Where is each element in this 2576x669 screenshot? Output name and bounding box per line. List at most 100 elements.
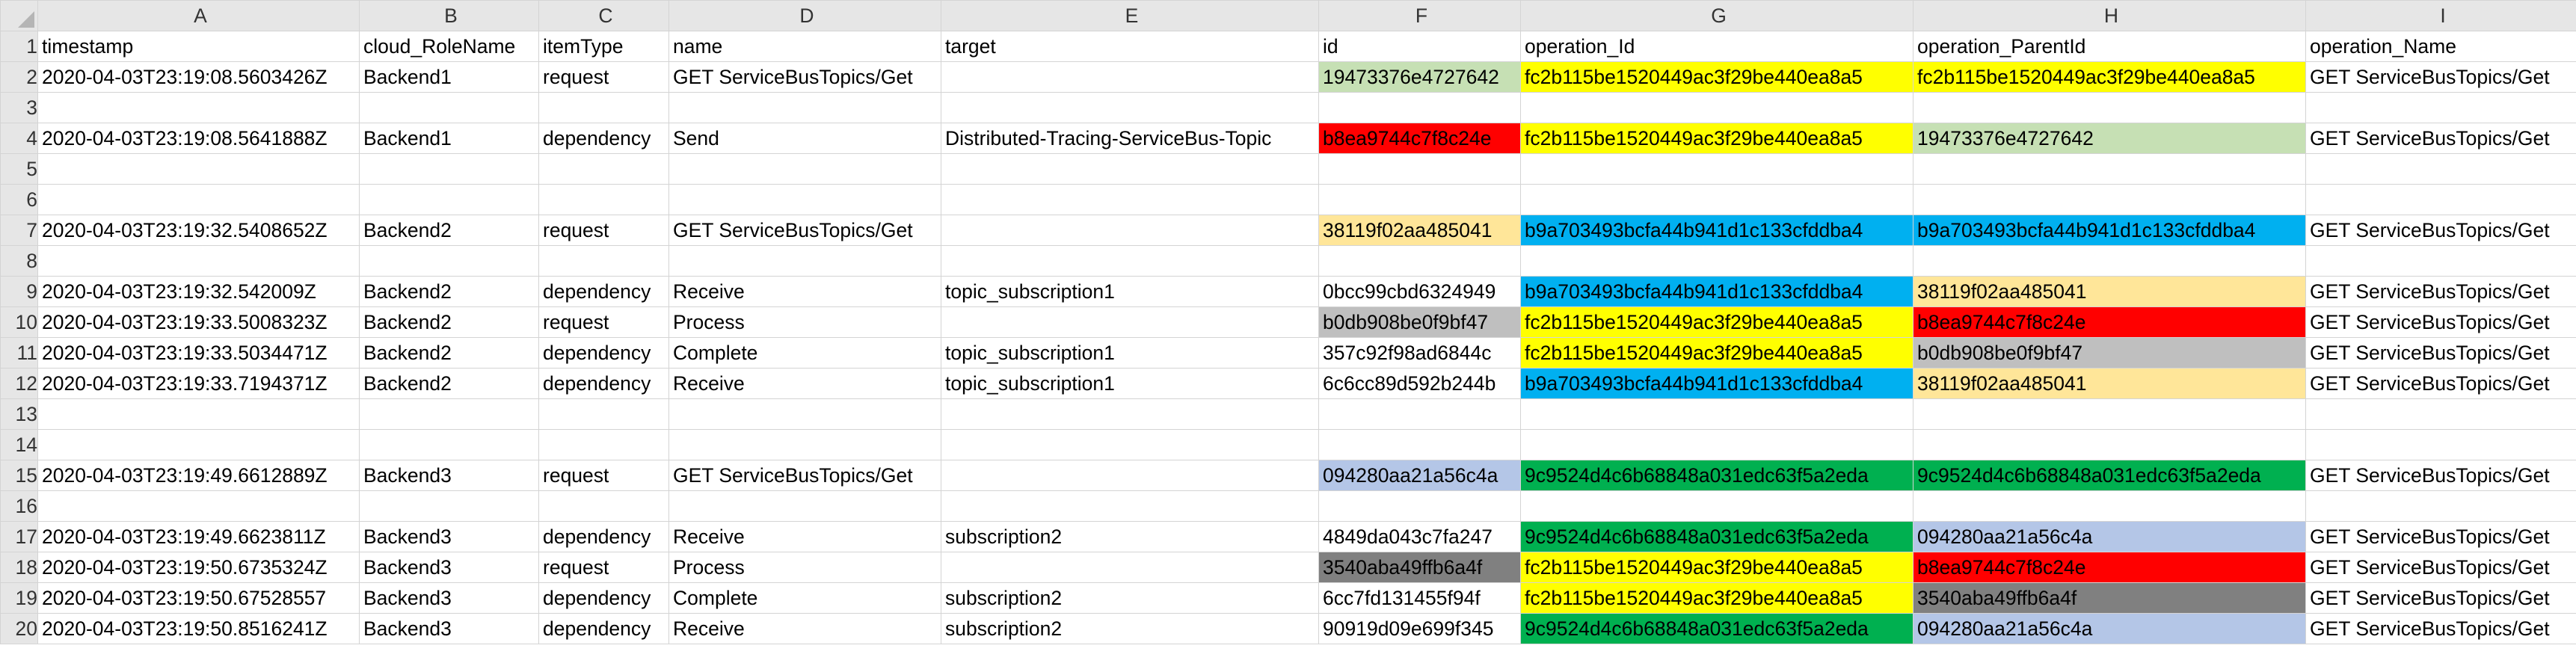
cell-g14[interactable] (1520, 429, 1913, 460)
row-header[interactable]: 10 (0, 306, 38, 338)
cell-c7[interactable]: request (538, 215, 669, 246)
cell-b9[interactable]: Backend2 (359, 276, 539, 307)
cell-a16[interactable] (37, 490, 360, 522)
cell-d4[interactable]: Send (668, 123, 941, 154)
cell-b20[interactable]: Backend3 (359, 613, 539, 644)
cell-i1[interactable]: operation_Name (2305, 31, 2576, 62)
cell-c9[interactable]: dependency (538, 276, 669, 307)
cell-a12[interactable]: 2020-04-03T23:19:33.7194371Z (37, 368, 360, 399)
row-header[interactable]: 1 (0, 31, 38, 62)
cell-h11[interactable]: b0db908be0f9bf47 (1913, 337, 2306, 369)
cell-c4[interactable]: dependency (538, 123, 669, 154)
cell-d18[interactable]: Process (668, 552, 941, 583)
cell-c12[interactable]: dependency (538, 368, 669, 399)
cell-d1[interactable]: name (668, 31, 941, 62)
cell-b15[interactable]: Backend3 (359, 460, 539, 491)
cell-d6[interactable] (668, 184, 941, 215)
cell-e16[interactable] (941, 490, 1319, 522)
cell-b7[interactable]: Backend2 (359, 215, 539, 246)
cell-c3[interactable] (538, 92, 669, 123)
cell-h15[interactable]: 9c9524d4c6b68848a031edc63f5a2eda (1913, 460, 2306, 491)
cell-f9[interactable]: 0bcc99cbd6324949 (1318, 276, 1521, 307)
cell-g9[interactable]: b9a703493bcfa44b941d1c133cfddba4 (1520, 276, 1913, 307)
cell-a17[interactable]: 2020-04-03T23:19:49.6623811Z (37, 521, 360, 552)
cell-c6[interactable] (538, 184, 669, 215)
cell-d16[interactable] (668, 490, 941, 522)
cell-c2[interactable]: request (538, 61, 669, 93)
cell-d13[interactable] (668, 398, 941, 430)
cell-i18[interactable]: GET ServiceBusTopics/Get (2305, 552, 2576, 583)
cell-e14[interactable] (941, 429, 1319, 460)
row-header[interactable]: 14 (0, 429, 38, 460)
cell-a7[interactable]: 2020-04-03T23:19:32.5408652Z (37, 215, 360, 246)
cell-g1[interactable]: operation_Id (1520, 31, 1913, 62)
cell-h1[interactable]: operation_ParentId (1913, 31, 2306, 62)
cell-i4[interactable]: GET ServiceBusTopics/Get (2305, 123, 2576, 154)
cell-f12[interactable]: 6c6cc89d592b244b (1318, 368, 1521, 399)
column-header-d[interactable]: D (668, 0, 941, 31)
column-header-i[interactable]: I (2305, 0, 2576, 31)
row-header[interactable]: 6 (0, 184, 38, 215)
cell-h14[interactable] (1913, 429, 2306, 460)
cell-e4[interactable]: Distributed-Tracing-ServiceBus-Topic (941, 123, 1319, 154)
cell-i19[interactable]: GET ServiceBusTopics/Get (2305, 582, 2576, 614)
cell-e17[interactable]: subscription2 (941, 521, 1319, 552)
cell-c10[interactable]: request (538, 306, 669, 338)
cell-b6[interactable] (359, 184, 539, 215)
cell-g17[interactable]: 9c9524d4c6b68848a031edc63f5a2eda (1520, 521, 1913, 552)
cell-a9[interactable]: 2020-04-03T23:19:32.542009Z (37, 276, 360, 307)
cell-i5[interactable] (2305, 153, 2576, 185)
cell-e20[interactable]: subscription2 (941, 613, 1319, 644)
column-header-e[interactable]: E (941, 0, 1319, 31)
row-header[interactable]: 16 (0, 490, 38, 522)
cell-h7[interactable]: b9a703493bcfa44b941d1c133cfddba4 (1913, 215, 2306, 246)
cell-e2[interactable] (941, 61, 1319, 93)
cell-d14[interactable] (668, 429, 941, 460)
column-header-h[interactable]: H (1913, 0, 2306, 31)
cell-b3[interactable] (359, 92, 539, 123)
spreadsheet-grid[interactable]: ABCDEFGHI 1 timestamp cloud_RoleName itemTy… (0, 0, 2576, 644)
cell-h17[interactable]: 094280aa21a56c4a (1913, 521, 2306, 552)
cell-c13[interactable] (538, 398, 669, 430)
cell-h19[interactable]: 3540aba49ffb6a4f (1913, 582, 2306, 614)
row-header[interactable]: 7 (0, 215, 38, 246)
cell-b17[interactable]: Backend3 (359, 521, 539, 552)
cell-g12[interactable]: b9a703493bcfa44b941d1c133cfddba4 (1520, 368, 1913, 399)
cell-h2[interactable]: fc2b115be1520449ac3f29be440ea8a5 (1913, 61, 2306, 93)
cell-b14[interactable] (359, 429, 539, 460)
cell-b12[interactable]: Backend2 (359, 368, 539, 399)
cell-g19[interactable]: fc2b115be1520449ac3f29be440ea8a5 (1520, 582, 1913, 614)
cell-f18[interactable]: 3540aba49ffb6a4f (1318, 552, 1521, 583)
cell-e13[interactable] (941, 398, 1319, 430)
cell-c8[interactable] (538, 245, 669, 277)
cell-c11[interactable]: dependency (538, 337, 669, 369)
row-header[interactable]: 15 (0, 460, 38, 491)
cell-h5[interactable] (1913, 153, 2306, 185)
cell-h10[interactable]: b8ea9744c7f8c24e (1913, 306, 2306, 338)
cell-f16[interactable] (1318, 490, 1521, 522)
cell-d19[interactable]: Complete (668, 582, 941, 614)
cell-f19[interactable]: 6cc7fd131455f94f (1318, 582, 1521, 614)
cell-g4[interactable]: fc2b115be1520449ac3f29be440ea8a5 (1520, 123, 1913, 154)
cell-g15[interactable]: 9c9524d4c6b68848a031edc63f5a2eda (1520, 460, 1913, 491)
cell-e10[interactable] (941, 306, 1319, 338)
row-header[interactable]: 4 (0, 123, 38, 154)
cell-a11[interactable]: 2020-04-03T23:19:33.5034471Z (37, 337, 360, 369)
row-header[interactable]: 5 (0, 153, 38, 185)
cell-b5[interactable] (359, 153, 539, 185)
column-header-a[interactable]: A (37, 0, 360, 31)
row-header[interactable]: 20 (0, 613, 38, 644)
cell-d10[interactable]: Process (668, 306, 941, 338)
cell-g7[interactable]: b9a703493bcfa44b941d1c133cfddba4 (1520, 215, 1913, 246)
cell-g5[interactable] (1520, 153, 1913, 185)
cell-i7[interactable]: GET ServiceBusTopics/Get (2305, 215, 2576, 246)
cell-i3[interactable] (2305, 92, 2576, 123)
cell-b18[interactable]: Backend3 (359, 552, 539, 583)
cell-g2[interactable]: fc2b115be1520449ac3f29be440ea8a5 (1520, 61, 1913, 93)
cell-h9[interactable]: 38119f02aa485041 (1913, 276, 2306, 307)
column-header-f[interactable]: F (1318, 0, 1521, 31)
cell-c18[interactable]: request (538, 552, 669, 583)
cell-e19[interactable]: subscription2 (941, 582, 1319, 614)
cell-i10[interactable]: GET ServiceBusTopics/Get (2305, 306, 2576, 338)
cell-a13[interactable] (37, 398, 360, 430)
